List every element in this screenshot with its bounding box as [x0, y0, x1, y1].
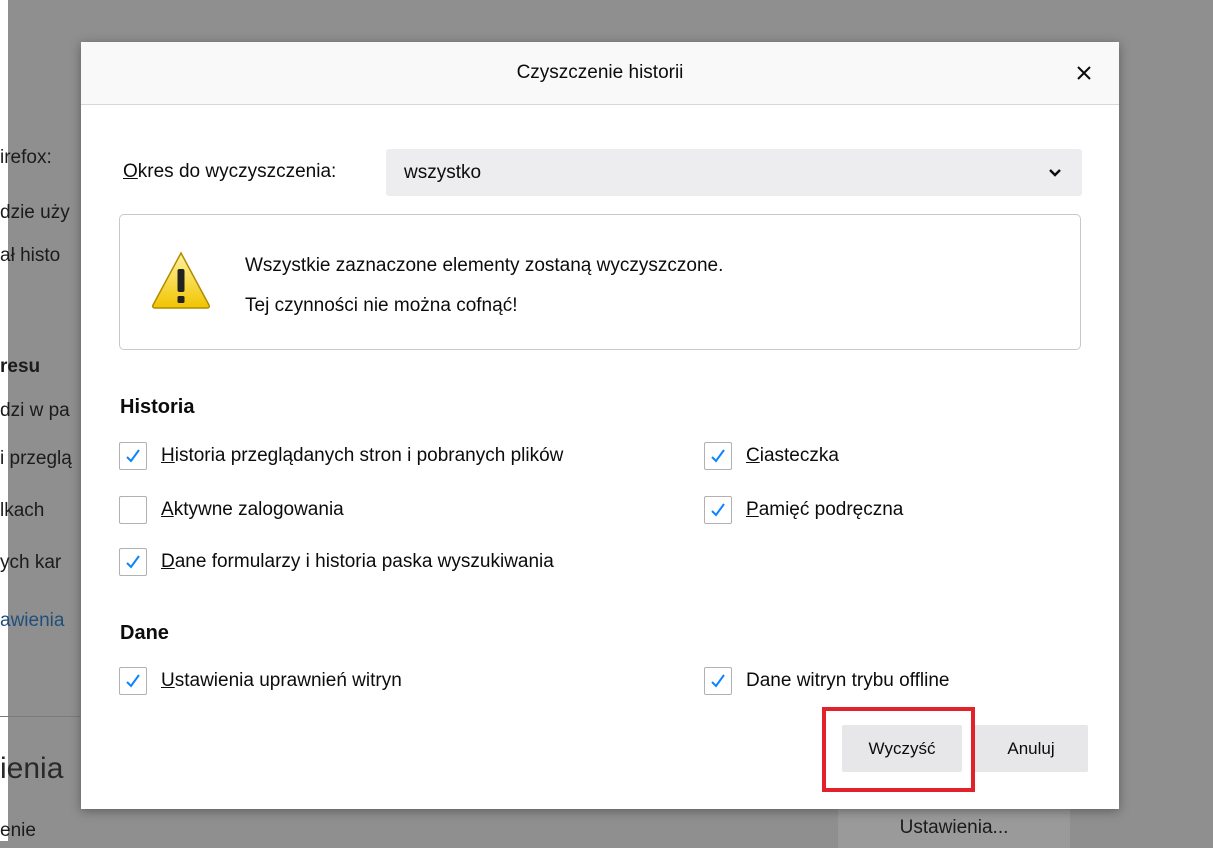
- checkbox-label: Ustawienia uprawnień witryn: [161, 670, 402, 691]
- checkbox-offline-site-data[interactable]: Dane witryn trybu offline: [704, 667, 949, 695]
- checkbox-cache[interactable]: Pamięć podręczna: [704, 496, 903, 524]
- bg-fragment: ienia: [0, 752, 64, 785]
- checkbox-label: Aktywne zalogowania: [161, 499, 344, 520]
- history-section-heading: Historia: [120, 396, 195, 418]
- checkbox-label: Dane witryn trybu offline: [746, 670, 950, 691]
- checkbox[interactable]: [119, 496, 147, 524]
- checkbox[interactable]: [704, 667, 732, 695]
- checkbox-browsing-history[interactable]: Historia przeglądanych stron i pobranych…: [119, 442, 563, 470]
- clear-history-dialog: Czyszczenie historii Okres do wyczyszcze…: [81, 42, 1119, 809]
- period-label: Okres do wyczyszczenia:: [123, 161, 337, 182]
- checkbox-label: Ciasteczka: [746, 445, 839, 466]
- bg-fragment: lkach: [0, 500, 45, 521]
- clear-button[interactable]: Wyczyść: [842, 725, 962, 772]
- cancel-button[interactable]: Anuluj: [974, 725, 1088, 772]
- close-icon: [1077, 66, 1091, 80]
- warning-undo-note: Tej czynności nie można cofnąć!: [245, 295, 518, 316]
- data-section-heading: Dane: [120, 622, 169, 644]
- bg-fragment: ał histo: [0, 245, 61, 266]
- bg-fragment: ych kar: [0, 552, 62, 573]
- dialog-titlebar: Czyszczenie historii: [81, 42, 1119, 105]
- bg-fragment: resu: [0, 356, 41, 377]
- close-button[interactable]: [1069, 58, 1099, 88]
- checkmark-icon: [711, 674, 725, 688]
- checkbox[interactable]: [704, 442, 732, 470]
- bg-fragment: irefox:: [0, 147, 52, 168]
- checkbox-site-permissions[interactable]: Ustawienia uprawnień witryn: [119, 667, 402, 695]
- bg-fragment: i przeglą: [0, 448, 72, 469]
- chevron-down-icon: [1049, 169, 1061, 177]
- checkbox[interactable]: [119, 442, 147, 470]
- checkbox-cookies[interactable]: Ciasteczka: [704, 442, 839, 470]
- checkbox[interactable]: [119, 548, 147, 576]
- bg-fragment: enie: [0, 820, 36, 841]
- bg-fragment: dzie uży: [0, 202, 70, 223]
- dialog-title: Czyszczenie historii: [516, 62, 684, 83]
- checkbox-form-history[interactable]: Dane formularzy i historia paska wyszuki…: [119, 548, 554, 576]
- warning-message: Wszystkie zaznaczone elementy zostaną wy…: [245, 255, 724, 276]
- checkbox-active-logins[interactable]: Aktywne zalogowania: [119, 496, 344, 524]
- bg-fragment: dzi w pa: [0, 400, 70, 421]
- warning-icon: [152, 251, 210, 309]
- period-selected-value: wszystko: [404, 162, 482, 183]
- bg-fragment: awienia: [0, 610, 65, 631]
- checkbox[interactable]: [704, 496, 732, 524]
- checkbox-label: Pamięć podręczna: [746, 499, 904, 520]
- bg-settings-button: Ustawienia...: [838, 808, 1070, 848]
- checkmark-icon: [126, 449, 140, 463]
- warning-box: Wszystkie zaznaczone elementy zostaną wy…: [119, 214, 1081, 350]
- checkmark-icon: [711, 503, 725, 517]
- checkmark-icon: [126, 674, 140, 688]
- checkbox-label: Historia przeglądanych stron i pobranych…: [161, 445, 564, 466]
- checkmark-icon: [126, 555, 140, 569]
- checkmark-icon: [711, 449, 725, 463]
- period-dropdown[interactable]: wszystko: [386, 149, 1082, 196]
- bg-divider: [0, 716, 80, 717]
- checkbox[interactable]: [119, 667, 147, 695]
- checkbox-label: Dane formularzy i historia paska wyszuki…: [161, 551, 554, 572]
